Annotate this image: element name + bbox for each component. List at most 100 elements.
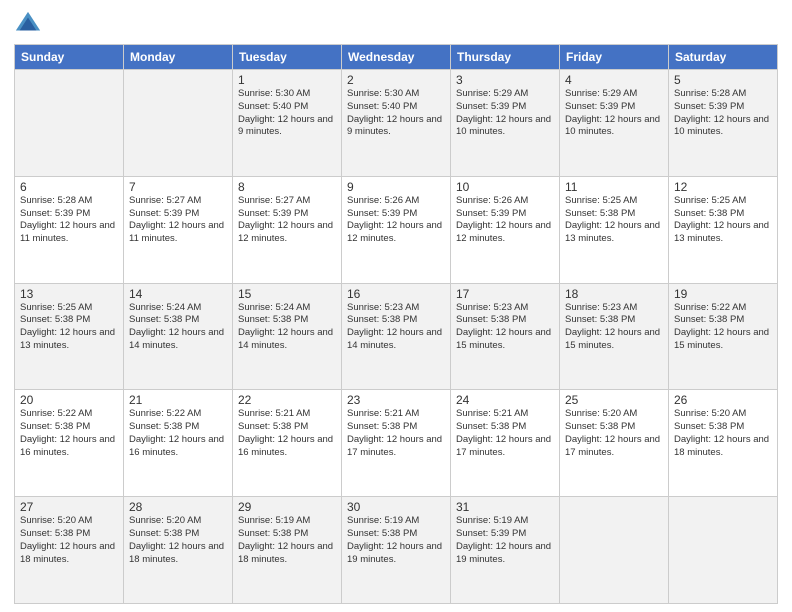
weekday-header: Wednesday	[342, 45, 451, 70]
day-info: Sunrise: 5:22 AM Sunset: 5:38 PM Dayligh…	[20, 408, 118, 459]
calendar-cell: 15Sunrise: 5:24 AM Sunset: 5:38 PM Dayli…	[233, 283, 342, 390]
calendar-cell: 27Sunrise: 5:20 AM Sunset: 5:38 PM Dayli…	[15, 497, 124, 604]
day-info: Sunrise: 5:20 AM Sunset: 5:38 PM Dayligh…	[565, 408, 663, 459]
day-number: 19	[674, 287, 772, 301]
day-number: 31	[456, 500, 554, 514]
day-number: 17	[456, 287, 554, 301]
day-number: 24	[456, 393, 554, 407]
day-number: 16	[347, 287, 445, 301]
calendar-week-row: 6Sunrise: 5:28 AM Sunset: 5:39 PM Daylig…	[15, 176, 778, 283]
calendar-cell: 16Sunrise: 5:23 AM Sunset: 5:38 PM Dayli…	[342, 283, 451, 390]
weekday-header: Saturday	[669, 45, 778, 70]
day-info: Sunrise: 5:22 AM Sunset: 5:38 PM Dayligh…	[674, 302, 772, 353]
day-info: Sunrise: 5:21 AM Sunset: 5:38 PM Dayligh…	[456, 408, 554, 459]
calendar-cell: 13Sunrise: 5:25 AM Sunset: 5:38 PM Dayli…	[15, 283, 124, 390]
calendar-week-row: 27Sunrise: 5:20 AM Sunset: 5:38 PM Dayli…	[15, 497, 778, 604]
day-info: Sunrise: 5:25 AM Sunset: 5:38 PM Dayligh…	[565, 195, 663, 246]
calendar-cell: 7Sunrise: 5:27 AM Sunset: 5:39 PM Daylig…	[124, 176, 233, 283]
day-info: Sunrise: 5:19 AM Sunset: 5:38 PM Dayligh…	[238, 515, 336, 566]
calendar-cell: 31Sunrise: 5:19 AM Sunset: 5:39 PM Dayli…	[451, 497, 560, 604]
day-number: 28	[129, 500, 227, 514]
weekday-header: Tuesday	[233, 45, 342, 70]
weekday-row: SundayMondayTuesdayWednesdayThursdayFrid…	[15, 45, 778, 70]
day-number: 26	[674, 393, 772, 407]
day-number: 1	[238, 73, 336, 87]
day-info: Sunrise: 5:27 AM Sunset: 5:39 PM Dayligh…	[129, 195, 227, 246]
calendar-cell: 5Sunrise: 5:28 AM Sunset: 5:39 PM Daylig…	[669, 70, 778, 177]
day-number: 14	[129, 287, 227, 301]
day-number: 8	[238, 180, 336, 194]
calendar-cell: 10Sunrise: 5:26 AM Sunset: 5:39 PM Dayli…	[451, 176, 560, 283]
calendar-cell: 9Sunrise: 5:26 AM Sunset: 5:39 PM Daylig…	[342, 176, 451, 283]
calendar-week-row: 20Sunrise: 5:22 AM Sunset: 5:38 PM Dayli…	[15, 390, 778, 497]
calendar-cell: 19Sunrise: 5:22 AM Sunset: 5:38 PM Dayli…	[669, 283, 778, 390]
day-number: 30	[347, 500, 445, 514]
day-info: Sunrise: 5:19 AM Sunset: 5:38 PM Dayligh…	[347, 515, 445, 566]
day-number: 9	[347, 180, 445, 194]
calendar-cell: 26Sunrise: 5:20 AM Sunset: 5:38 PM Dayli…	[669, 390, 778, 497]
day-info: Sunrise: 5:23 AM Sunset: 5:38 PM Dayligh…	[565, 302, 663, 353]
calendar-cell	[124, 70, 233, 177]
calendar-cell: 28Sunrise: 5:20 AM Sunset: 5:38 PM Dayli…	[124, 497, 233, 604]
day-info: Sunrise: 5:28 AM Sunset: 5:39 PM Dayligh…	[20, 195, 118, 246]
day-number: 4	[565, 73, 663, 87]
calendar-cell: 24Sunrise: 5:21 AM Sunset: 5:38 PM Dayli…	[451, 390, 560, 497]
calendar-cell: 20Sunrise: 5:22 AM Sunset: 5:38 PM Dayli…	[15, 390, 124, 497]
day-info: Sunrise: 5:29 AM Sunset: 5:39 PM Dayligh…	[456, 88, 554, 139]
day-number: 29	[238, 500, 336, 514]
calendar-cell: 17Sunrise: 5:23 AM Sunset: 5:38 PM Dayli…	[451, 283, 560, 390]
calendar-cell: 11Sunrise: 5:25 AM Sunset: 5:38 PM Dayli…	[560, 176, 669, 283]
day-info: Sunrise: 5:20 AM Sunset: 5:38 PM Dayligh…	[129, 515, 227, 566]
day-number: 27	[20, 500, 118, 514]
calendar-cell: 23Sunrise: 5:21 AM Sunset: 5:38 PM Dayli…	[342, 390, 451, 497]
day-number: 23	[347, 393, 445, 407]
calendar-cell: 6Sunrise: 5:28 AM Sunset: 5:39 PM Daylig…	[15, 176, 124, 283]
calendar-cell: 30Sunrise: 5:19 AM Sunset: 5:38 PM Dayli…	[342, 497, 451, 604]
day-info: Sunrise: 5:23 AM Sunset: 5:38 PM Dayligh…	[347, 302, 445, 353]
calendar-cell: 25Sunrise: 5:20 AM Sunset: 5:38 PM Dayli…	[560, 390, 669, 497]
weekday-header: Monday	[124, 45, 233, 70]
day-info: Sunrise: 5:30 AM Sunset: 5:40 PM Dayligh…	[347, 88, 445, 139]
calendar-week-row: 13Sunrise: 5:25 AM Sunset: 5:38 PM Dayli…	[15, 283, 778, 390]
day-info: Sunrise: 5:21 AM Sunset: 5:38 PM Dayligh…	[347, 408, 445, 459]
calendar-cell: 8Sunrise: 5:27 AM Sunset: 5:39 PM Daylig…	[233, 176, 342, 283]
day-number: 21	[129, 393, 227, 407]
calendar-cell: 29Sunrise: 5:19 AM Sunset: 5:38 PM Dayli…	[233, 497, 342, 604]
calendar-cell: 21Sunrise: 5:22 AM Sunset: 5:38 PM Dayli…	[124, 390, 233, 497]
day-number: 10	[456, 180, 554, 194]
weekday-header: Thursday	[451, 45, 560, 70]
day-number: 11	[565, 180, 663, 194]
day-info: Sunrise: 5:21 AM Sunset: 5:38 PM Dayligh…	[238, 408, 336, 459]
day-info: Sunrise: 5:25 AM Sunset: 5:38 PM Dayligh…	[674, 195, 772, 246]
day-number: 3	[456, 73, 554, 87]
calendar-table: SundayMondayTuesdayWednesdayThursdayFrid…	[14, 44, 778, 604]
day-info: Sunrise: 5:19 AM Sunset: 5:39 PM Dayligh…	[456, 515, 554, 566]
day-info: Sunrise: 5:27 AM Sunset: 5:39 PM Dayligh…	[238, 195, 336, 246]
day-number: 18	[565, 287, 663, 301]
day-info: Sunrise: 5:26 AM Sunset: 5:39 PM Dayligh…	[347, 195, 445, 246]
day-info: Sunrise: 5:24 AM Sunset: 5:38 PM Dayligh…	[238, 302, 336, 353]
day-number: 6	[20, 180, 118, 194]
calendar-cell	[669, 497, 778, 604]
calendar-cell: 12Sunrise: 5:25 AM Sunset: 5:38 PM Dayli…	[669, 176, 778, 283]
day-number: 7	[129, 180, 227, 194]
calendar-header: SundayMondayTuesdayWednesdayThursdayFrid…	[15, 45, 778, 70]
weekday-header: Friday	[560, 45, 669, 70]
page: SundayMondayTuesdayWednesdayThursdayFrid…	[0, 0, 792, 612]
calendar-cell	[15, 70, 124, 177]
day-info: Sunrise: 5:26 AM Sunset: 5:39 PM Dayligh…	[456, 195, 554, 246]
day-info: Sunrise: 5:20 AM Sunset: 5:38 PM Dayligh…	[20, 515, 118, 566]
calendar-cell: 4Sunrise: 5:29 AM Sunset: 5:39 PM Daylig…	[560, 70, 669, 177]
calendar-cell: 14Sunrise: 5:24 AM Sunset: 5:38 PM Dayli…	[124, 283, 233, 390]
day-number: 20	[20, 393, 118, 407]
day-info: Sunrise: 5:30 AM Sunset: 5:40 PM Dayligh…	[238, 88, 336, 139]
day-number: 2	[347, 73, 445, 87]
calendar-cell: 22Sunrise: 5:21 AM Sunset: 5:38 PM Dayli…	[233, 390, 342, 497]
calendar-cell: 3Sunrise: 5:29 AM Sunset: 5:39 PM Daylig…	[451, 70, 560, 177]
header	[14, 10, 778, 38]
weekday-header: Sunday	[15, 45, 124, 70]
day-info: Sunrise: 5:24 AM Sunset: 5:38 PM Dayligh…	[129, 302, 227, 353]
day-number: 5	[674, 73, 772, 87]
day-number: 12	[674, 180, 772, 194]
day-number: 13	[20, 287, 118, 301]
